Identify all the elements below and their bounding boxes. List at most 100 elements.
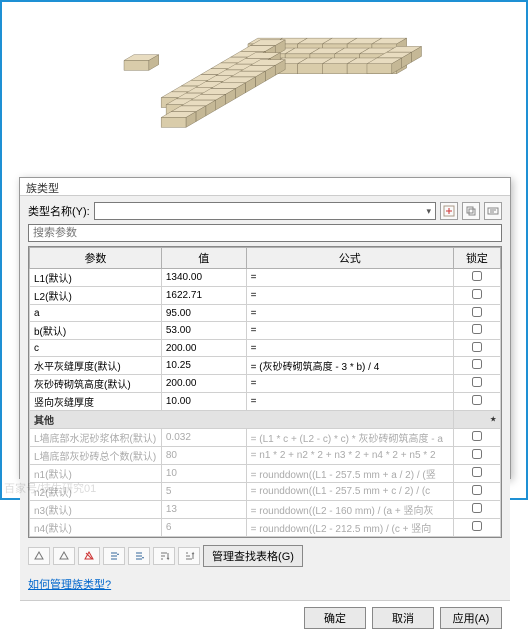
- lock-checkbox[interactable]: [472, 395, 482, 405]
- param-formula-cell[interactable]: =: [246, 375, 453, 393]
- param-name-cell[interactable]: L墙底部水泥砂浆体积(默认): [30, 429, 162, 447]
- param-value-cell[interactable]: 1340.00: [161, 269, 246, 287]
- param-value-cell[interactable]: 200.00: [161, 375, 246, 393]
- grid-row[interactable]: 水平灰缝厚度(默认)10.25= (灰砂砖砌筑高度 - 3 * b) / 4: [30, 357, 501, 375]
- lock-checkbox[interactable]: [472, 377, 482, 387]
- param-formula-cell[interactable]: = rounddown((L2 - 160 mm) / (a + 竖向灰: [246, 501, 453, 519]
- param-value-cell[interactable]: 0.032: [161, 429, 246, 447]
- lock-checkbox[interactable]: [472, 503, 482, 513]
- param-name-cell[interactable]: L2(默认): [30, 287, 162, 305]
- lock-checkbox[interactable]: [472, 342, 482, 352]
- param-toolbar: 管理查找表格(G): [28, 542, 502, 570]
- param-formula-cell[interactable]: =: [246, 340, 453, 357]
- new-param-button[interactable]: [28, 547, 50, 565]
- cancel-button[interactable]: 取消: [372, 607, 434, 629]
- ok-button[interactable]: 确定: [304, 607, 366, 629]
- grid-header: 参数 值 公式 锁定: [30, 248, 501, 269]
- param-formula-cell[interactable]: = rounddown((L1 - 257.5 mm + c / 2) / (c: [246, 483, 453, 501]
- grid-row[interactable]: b(默认)53.00=: [30, 322, 501, 340]
- search-input[interactable]: [28, 224, 502, 242]
- lock-checkbox[interactable]: [472, 449, 482, 459]
- lock-checkbox[interactable]: [472, 485, 482, 495]
- param-value-cell[interactable]: 10.25: [161, 357, 246, 375]
- param-formula-cell[interactable]: = n1 * 2 + n2 * 2 + n3 * 2 + n4 * 2 + n5…: [246, 447, 453, 465]
- watermark: 百家号/技生研究01: [4, 480, 96, 496]
- param-formula-cell[interactable]: =: [246, 287, 453, 305]
- type-name-combo[interactable]: ▾: [94, 202, 436, 220]
- type-name-label: 类型名称(Y):: [28, 203, 90, 219]
- grid-row[interactable]: c200.00=: [30, 340, 501, 357]
- grid-row[interactable]: n4(默认)6= rounddown((L2 - 212.5 mm) / (c …: [30, 519, 501, 537]
- grid-row[interactable]: L1(默认)1340.00=: [30, 269, 501, 287]
- new-type-icon: [443, 205, 455, 217]
- sort-asc-button[interactable]: [153, 547, 175, 565]
- lock-checkbox[interactable]: [472, 521, 482, 531]
- apply-button[interactable]: 应用(A): [440, 607, 502, 629]
- dialog-footer: 确定 取消 应用(A): [20, 600, 510, 635]
- grid-row[interactable]: n2(默认)5= rounddown((L1 - 257.5 mm + c / …: [30, 483, 501, 501]
- param-name-cell[interactable]: b(默认): [30, 322, 162, 340]
- lock-checkbox[interactable]: [472, 307, 482, 317]
- param-name-cell[interactable]: 水平灰缝厚度(默认): [30, 357, 162, 375]
- param-value-cell[interactable]: 5: [161, 483, 246, 501]
- model-viewport[interactable]: [2, 2, 526, 177]
- param-value-cell[interactable]: 53.00: [161, 322, 246, 340]
- dialog-title: 族类型: [20, 178, 510, 196]
- param-name-cell[interactable]: 竖向灰缝厚度: [30, 393, 162, 411]
- grid-row[interactable]: L2(默认)1622.71=: [30, 287, 501, 305]
- param-formula-cell[interactable]: =: [246, 393, 453, 411]
- move-down-button[interactable]: [128, 547, 150, 565]
- param-value-cell[interactable]: 80: [161, 447, 246, 465]
- param-formula-cell[interactable]: =: [246, 305, 453, 322]
- rename-type-icon: [487, 205, 499, 217]
- grid-row[interactable]: n1(默认)10= rounddown((L1 - 257.5 mm + a /…: [30, 465, 501, 483]
- sort-desc-button[interactable]: [178, 547, 200, 565]
- param-name-cell[interactable]: L1(默认): [30, 269, 162, 287]
- param-formula-cell[interactable]: = (灰砂砖砌筑高度 - 3 * b) / 4: [246, 357, 453, 375]
- duplicate-type-button[interactable]: [462, 202, 480, 220]
- help-link[interactable]: 如何管理族类型?: [28, 574, 502, 594]
- param-value-cell[interactable]: 95.00: [161, 305, 246, 322]
- edit-param-button[interactable]: [53, 547, 75, 565]
- param-value-cell[interactable]: 10.00: [161, 393, 246, 411]
- brick-wall-3d: [68, 15, 461, 164]
- param-formula-cell[interactable]: = rounddown((L1 - 257.5 mm + a / 2) / (竖: [246, 465, 453, 483]
- lock-checkbox[interactable]: [472, 467, 482, 477]
- rename-type-button[interactable]: [484, 202, 502, 220]
- param-formula-cell[interactable]: =: [246, 269, 453, 287]
- lock-checkbox[interactable]: [472, 359, 482, 369]
- param-name-cell[interactable]: n3(默认): [30, 501, 162, 519]
- move-up-button[interactable]: [103, 547, 125, 565]
- param-name-cell[interactable]: a: [30, 305, 162, 322]
- param-name-cell[interactable]: L墙底部灰砂砖总个数(默认): [30, 447, 162, 465]
- param-formula-cell[interactable]: = rounddown((L2 - 212.5 mm) / (c + 竖向: [246, 519, 453, 537]
- new-type-button[interactable]: [440, 202, 458, 220]
- lock-checkbox[interactable]: [472, 271, 482, 281]
- grid-row[interactable]: L墙底部灰砂砖总个数(默认)80= n1 * 2 + n2 * 2 + n3 *…: [30, 447, 501, 465]
- lock-checkbox[interactable]: [472, 431, 482, 441]
- duplicate-type-icon: [465, 205, 477, 217]
- grid-row[interactable]: 灰砂砖砌筑高度(默认)200.00=: [30, 375, 501, 393]
- chevron-down-icon: ▾: [426, 206, 431, 217]
- param-value-cell[interactable]: 1622.71: [161, 287, 246, 305]
- param-name-cell[interactable]: 灰砂砖砌筑高度(默认): [30, 375, 162, 393]
- manage-lookup-button[interactable]: 管理查找表格(G): [203, 545, 303, 567]
- param-name-cell[interactable]: c: [30, 340, 162, 357]
- grid-section-header[interactable]: 其他٭: [30, 411, 501, 429]
- param-value-cell[interactable]: 6: [161, 519, 246, 537]
- param-formula-cell[interactable]: =: [246, 322, 453, 340]
- param-value-cell[interactable]: 10: [161, 465, 246, 483]
- grid-row[interactable]: 竖向灰缝厚度10.00=: [30, 393, 501, 411]
- param-formula-cell[interactable]: = (L1 * c + (L2 - c) * c) * 灰砂砖砌筑高度 - a: [246, 429, 453, 447]
- parameter-grid[interactable]: 参数 值 公式 锁定 L1(默认)1340.00=L2(默认)1622.71=a…: [28, 246, 502, 538]
- lock-checkbox[interactable]: [472, 324, 482, 334]
- delete-param-button[interactable]: [78, 547, 100, 565]
- family-types-dialog: 族类型 类型名称(Y): ▾ 参数: [19, 177, 511, 479]
- grid-row[interactable]: L墙底部水泥砂浆体积(默认)0.032= (L1 * c + (L2 - c) …: [30, 429, 501, 447]
- param-value-cell[interactable]: 200.00: [161, 340, 246, 357]
- param-value-cell[interactable]: 13: [161, 501, 246, 519]
- param-name-cell[interactable]: n4(默认): [30, 519, 162, 537]
- grid-row[interactable]: n3(默认)13= rounddown((L2 - 160 mm) / (a +…: [30, 501, 501, 519]
- grid-row[interactable]: a95.00=: [30, 305, 501, 322]
- lock-checkbox[interactable]: [472, 289, 482, 299]
